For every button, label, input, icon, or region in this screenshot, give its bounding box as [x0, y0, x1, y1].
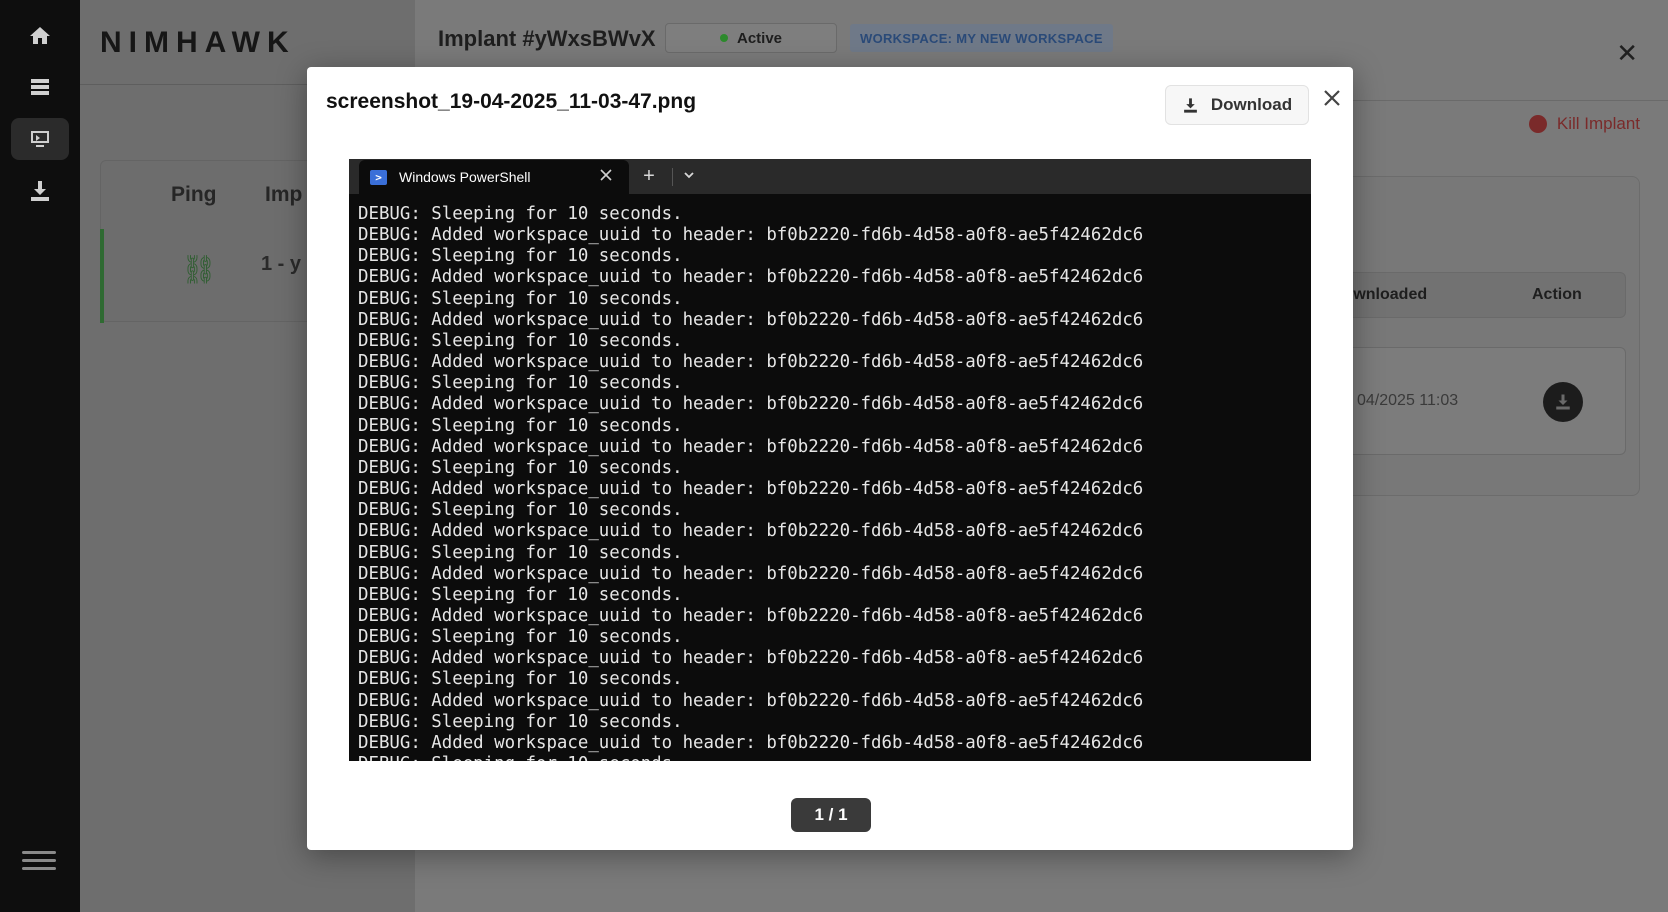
- sidebar-item-servers[interactable]: [11, 66, 69, 108]
- sidebar-item-downloads[interactable]: [11, 170, 69, 212]
- terminal-line: DEBUG: Added workspace_uuid to header: b…: [358, 267, 1144, 288]
- terminal-line: DEBUG: Sleeping for 10 seconds.: [358, 246, 683, 267]
- status-badge: Active: [665, 23, 837, 53]
- sidebar-item-implants[interactable]: [11, 118, 69, 160]
- terminal-line: DEBUG: Added workspace_uuid to header: b…: [358, 605, 1144, 626]
- panel-close-icon[interactable]: ✕: [1616, 40, 1638, 66]
- tab-separator: [672, 168, 673, 186]
- column-header-implant: Imp: [265, 183, 303, 206]
- new-tab-icon: +: [643, 165, 655, 187]
- terminal-line: DEBUG: Added workspace_uuid to header: b…: [358, 648, 1144, 669]
- terminal-line: DEBUG: Sleeping for 10 seconds.: [358, 754, 1308, 761]
- modal-close-icon[interactable]: [1321, 87, 1343, 109]
- terminal-line: DEBUG: Sleeping for 10 seconds.: [358, 669, 683, 690]
- app-logo: NIMHAWK: [100, 26, 296, 59]
- terminal-line: DEBUG: Added workspace_uuid to header: b…: [358, 690, 1144, 711]
- status-dot-icon: [719, 34, 728, 42]
- download-icon: [1556, 394, 1570, 410]
- link-icon: ⛓: [181, 254, 217, 285]
- terminal-tab: > Windows PowerShell: [359, 160, 629, 194]
- terminal-tab-label: Windows PowerShell: [399, 169, 531, 185]
- terminal-line: DEBUG: Added workspace_uuid to header: b…: [358, 352, 1144, 373]
- status-label: Active: [736, 29, 783, 47]
- row-download-button[interactable]: [1543, 382, 1583, 422]
- terminal-line: DEBUG: Sleeping for 10 seconds.: [358, 330, 683, 351]
- terminal-line: DEBUG: Sleeping for 10 seconds.: [358, 627, 683, 648]
- download-button[interactable]: Download: [1165, 85, 1309, 125]
- terminal-line: DEBUG: Sleeping for 10 seconds.: [358, 373, 683, 394]
- download-button-label: Download: [1210, 95, 1293, 114]
- terminal-line: DEBUG: Sleeping for 10 seconds.: [358, 457, 683, 478]
- terminal-output: DEBUG: Sleeping for 10 seconds. DEBUG: Ad…: [358, 204, 1308, 761]
- workspace-badge: WORKSPACE: MY NEW WORKSPACE: [850, 24, 1113, 52]
- column-header-action: Action: [1532, 286, 1582, 303]
- icon-sidebar: [0, 0, 80, 912]
- screenshot-image: > Windows PowerShell + DEBUG: Sleeping f…: [349, 159, 1311, 761]
- row-status-accent: [100, 229, 104, 323]
- terminal-line: DEBUG: Sleeping for 10 seconds.: [358, 204, 683, 224]
- hamburger-menu-icon[interactable]: [22, 846, 56, 876]
- terminal-line: DEBUG: Added workspace_uuid to header: b…: [358, 394, 1144, 415]
- kill-implant-button[interactable]: Kill Implant: [1528, 114, 1640, 134]
- modal-title: screenshot_19-04-2025_11-03-47.png: [326, 90, 697, 113]
- terminal-line: DEBUG: Added workspace_uuid to header: b…: [358, 521, 1144, 542]
- implants-icon: [31, 131, 49, 147]
- terminal-line: DEBUG: Sleeping for 10 seconds.: [358, 415, 683, 436]
- terminal-tab-bar: > Windows PowerShell +: [349, 159, 1311, 194]
- terminal-line: DEBUG: Added workspace_uuid to header: b…: [358, 479, 1144, 500]
- implant-title: Implant #yWxsBWvX: [438, 26, 656, 51]
- chevron-down-icon: [682, 168, 698, 184]
- skull-icon: [1528, 115, 1547, 133]
- powershell-icon: >: [370, 169, 387, 185]
- implant-row-name[interactable]: 1 - y: [261, 253, 301, 276]
- sidebar-item-home[interactable]: [11, 15, 69, 57]
- download-icon: [1184, 97, 1197, 113]
- download-icon: [31, 181, 49, 201]
- terminal-line: DEBUG: Added workspace_uuid to header: b…: [358, 732, 1144, 753]
- terminal-line: DEBUG: Sleeping for 10 seconds.: [358, 711, 683, 732]
- server-icon: [31, 79, 49, 95]
- terminal-line: DEBUG: Added workspace_uuid to header: b…: [358, 563, 1144, 584]
- terminal-line: DEBUG: Sleeping for 10 seconds.: [358, 500, 683, 521]
- terminal-line: DEBUG: Sleeping for 10 seconds.: [358, 584, 683, 605]
- terminal-line: DEBUG: Sleeping for 10 seconds.: [358, 542, 683, 563]
- screenshot-preview-modal: screenshot_19-04-2025_11-03-47.png Downl…: [307, 67, 1353, 850]
- terminal-line: DEBUG: Added workspace_uuid to header: b…: [358, 436, 1144, 457]
- kill-implant-label: Kill Implant: [1556, 114, 1640, 133]
- column-header-ping: Ping: [171, 183, 217, 206]
- terminal-line: DEBUG: Added workspace_uuid to header: b…: [358, 309, 1144, 330]
- terminal-line: DEBUG: Added workspace_uuid to header: b…: [358, 225, 1144, 246]
- terminal-line: DEBUG: Sleeping for 10 seconds.: [358, 288, 683, 309]
- downloaded-date: 04/2025 11:03: [1357, 392, 1459, 409]
- page-indicator: 1 / 1: [791, 798, 871, 832]
- home-icon: [30, 27, 50, 44]
- terminal-tab-close-icon: [599, 168, 615, 184]
